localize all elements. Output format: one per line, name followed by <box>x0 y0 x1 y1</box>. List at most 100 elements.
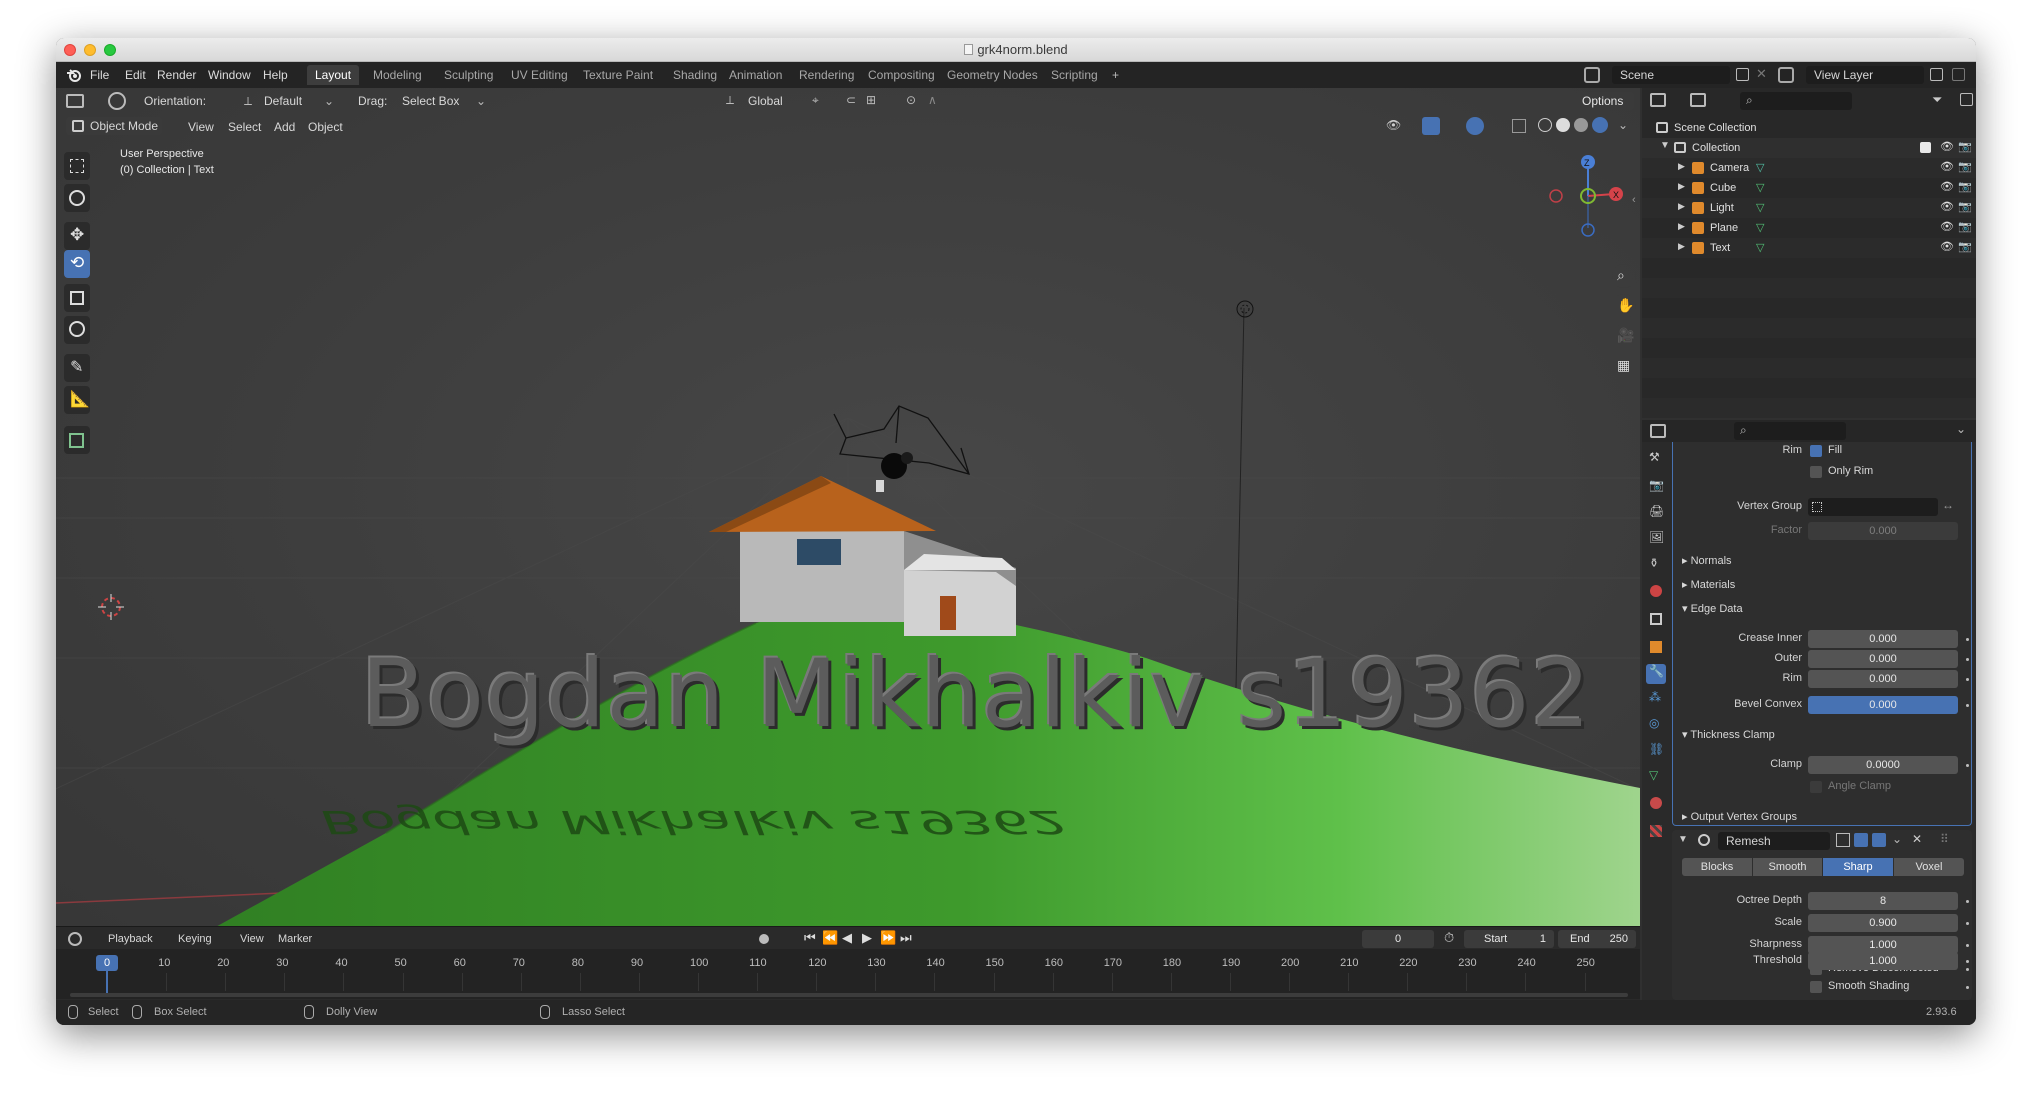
move-tool[interactable]: ✥ <box>64 222 90 250</box>
menu-view[interactable]: View <box>188 120 214 134</box>
camera-view-button[interactable]: 🎥 <box>1612 324 1636 348</box>
keyframe-dot[interactable] <box>1966 968 1969 971</box>
eye-icon[interactable]: 👁 <box>1940 180 1954 193</box>
factor-field[interactable]: 0.000 <box>1808 522 1958 540</box>
xray-toggle-icon[interactable] <box>1512 119 1526 133</box>
play-reverse-icon[interactable]: ◀ <box>842 930 852 946</box>
realtime-toggle-icon[interactable] <box>1854 833 1868 847</box>
prev-keyframe-icon[interactable]: ⏪ <box>822 930 838 946</box>
keyframe-dot[interactable] <box>1966 944 1969 947</box>
view-layer-field[interactable]: View Layer <box>1806 66 1924 84</box>
outliner-scene-collection[interactable]: Scene Collection <box>1642 118 1976 138</box>
chevron-right-icon[interactable]: ▶ <box>1678 201 1685 212</box>
bevel-convex-field[interactable]: 0.000 <box>1808 696 1958 714</box>
remove-scene-icon[interactable]: ✕ <box>1756 66 1767 82</box>
options-dropdown[interactable]: Options <box>1576 92 1634 110</box>
data-tab[interactable]: ▽ <box>1646 768 1666 788</box>
jump-end-icon[interactable]: ⏭ <box>900 930 912 946</box>
visibility-icon[interactable]: 👁 <box>1386 118 1401 132</box>
3d-cursor-icon[interactable] <box>96 592 126 622</box>
render-camera-icon[interactable]: 📷 <box>1958 160 1972 173</box>
object-data-icon[interactable]: ▽ <box>1756 181 1764 194</box>
outliner-item-light[interactable]: ▶ Light ▽ 👁 📷 <box>1642 198 1976 218</box>
remove-view-layer-icon[interactable] <box>1952 68 1965 81</box>
scene-tab[interactable]: ⚱ <box>1646 556 1666 576</box>
new-scene-icon[interactable] <box>1736 68 1749 81</box>
add-workspace-button[interactable]: + <box>1104 65 1127 85</box>
render-toggle-icon[interactable] <box>1872 833 1886 847</box>
menu-keying[interactable]: Keying <box>178 933 212 945</box>
remesh-mode-smooth[interactable]: Smooth <box>1753 858 1822 876</box>
blender-logo-icon[interactable] <box>66 67 82 83</box>
menu-playback[interactable]: Playback <box>108 933 153 945</box>
eye-icon[interactable]: 👁 <box>1940 140 1954 153</box>
keyframe-dot[interactable] <box>1966 658 1969 661</box>
render-camera-icon[interactable]: 📷 <box>1958 140 1972 153</box>
start-frame-field[interactable]: Start 1 <box>1464 930 1554 948</box>
scene-icon[interactable] <box>1584 67 1600 83</box>
keyframe-dot[interactable] <box>1966 638 1969 641</box>
collection-tab[interactable] <box>1646 610 1666 630</box>
3d-viewport[interactable]: Bogdan Mikhalkiv s19362 Bogdan Mikhalkiv… <box>56 88 1640 976</box>
menu-help[interactable]: Help <box>263 68 288 82</box>
solid-shading-icon[interactable] <box>1556 118 1570 132</box>
keyframe-dot[interactable] <box>1966 922 1969 925</box>
keyframe-dot[interactable] <box>1966 678 1969 681</box>
object-mode-dropdown[interactable]: Object Mode <box>66 117 162 135</box>
tool-tab[interactable]: ⚒ <box>1646 450 1666 470</box>
tab-scripting[interactable]: Scripting <box>1043 65 1106 85</box>
edit-mode-toggle-icon[interactable] <box>1836 833 1850 847</box>
transform-pivot-icon[interactable] <box>108 92 126 110</box>
object-tab[interactable] <box>1646 638 1666 658</box>
outliner-editor-icon[interactable] <box>1650 93 1666 107</box>
properties-search-input[interactable]: ⌕ <box>1734 422 1846 440</box>
render-camera-icon[interactable]: 📷 <box>1958 200 1972 213</box>
menu-add[interactable]: Add <box>274 120 295 134</box>
current-frame-field[interactable]: 0 <box>1362 930 1434 948</box>
pivot-point-icon[interactable]: ⌖ <box>812 93 819 108</box>
tab-geometry-nodes[interactable]: Geometry Nodes <box>939 65 1046 85</box>
fill-checkbox[interactable] <box>1810 445 1822 457</box>
materials-panel[interactable]: ▸ Materials <box>1682 578 1735 591</box>
playhead[interactable]: 0 <box>96 955 118 971</box>
outliner-item-plane[interactable]: ▶ Plane ▽ 👁 📷 <box>1642 218 1976 238</box>
timeline-scrollbar[interactable] <box>70 993 1628 997</box>
navigation-gizmo[interactable]: Z X <box>1542 148 1634 240</box>
drag-handle-icon[interactable]: ⠿ <box>1940 832 1949 846</box>
chevron-down-icon[interactable]: ⌄ <box>1956 422 1966 436</box>
remesh-name-field[interactable]: Remesh <box>1718 832 1830 850</box>
toggle-perspective-button[interactable]: ▦ <box>1612 354 1636 378</box>
timeline[interactable]: Playback Keying View Marker ⏮ ⏪ ◀ ▶ ⏩ ⏭ … <box>56 926 1640 1000</box>
tab-rendering[interactable]: Rendering <box>791 65 862 85</box>
chevron-right-icon[interactable]: ▶ <box>1678 241 1685 252</box>
physics-tab[interactable]: ◎ <box>1646 716 1666 736</box>
tab-compositing[interactable]: Compositing <box>860 65 943 85</box>
filter-icon[interactable]: ⏷ <box>1932 92 1942 108</box>
exclude-checkbox[interactable] <box>1920 142 1931 153</box>
outer-field[interactable]: 0.000 <box>1808 650 1958 668</box>
cursor-tool[interactable] <box>64 184 90 212</box>
view-layer-icon[interactable] <box>1778 67 1794 83</box>
tab-animation[interactable]: Animation <box>721 65 790 85</box>
properties-editor-icon[interactable] <box>1650 424 1666 438</box>
proportional-falloff-icon[interactable]: ∧ <box>928 93 937 107</box>
menu-window[interactable]: Window <box>208 68 251 82</box>
snap-increment-icon[interactable]: ⊞ <box>866 93 876 107</box>
end-frame-field[interactable]: End 250 <box>1558 930 1636 948</box>
add-cube-tool[interactable] <box>64 426 90 454</box>
constraints-tab[interactable]: ⛓ <box>1646 742 1666 762</box>
tab-shading[interactable]: Shading <box>665 65 725 85</box>
tab-sculpting[interactable]: Sculpting <box>436 65 501 85</box>
tab-layout[interactable]: Layout <box>307 65 360 85</box>
sidebar-toggle-icon[interactable]: ‹ <box>1632 194 1636 206</box>
chevron-down-icon[interactable]: ⌄ <box>1618 118 1628 132</box>
outliner-item-text[interactable]: ▶ Text ▽ 👁 📷 <box>1642 238 1976 258</box>
scale-tool[interactable] <box>64 284 90 312</box>
edge-data-panel[interactable]: ▾ Edge Data <box>1682 602 1743 615</box>
tab-texture-paint[interactable]: Texture Paint <box>575 65 661 85</box>
transform-orientation-dropdown[interactable]: Global <box>748 94 783 108</box>
transform-tool[interactable] <box>64 316 90 344</box>
wireframe-shading-icon[interactable] <box>1538 118 1552 132</box>
render-tab[interactable]: 📷 <box>1646 478 1666 498</box>
outliner-item-cube[interactable]: ▶ Cube ▽ 👁 📷 <box>1642 178 1976 198</box>
